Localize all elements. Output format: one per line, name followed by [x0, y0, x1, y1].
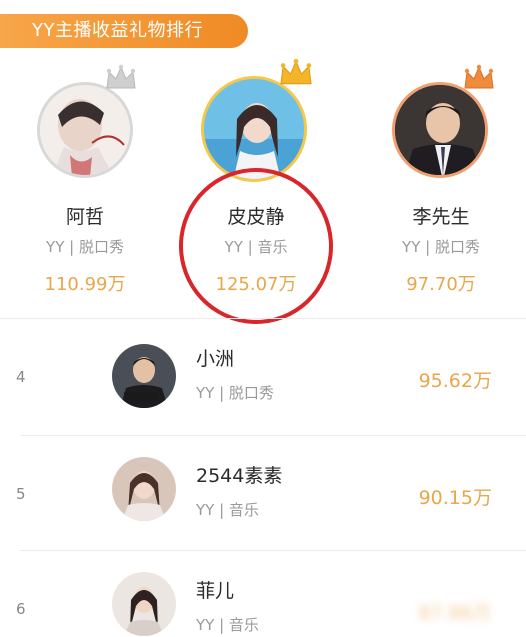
- podium-category: YY | 脱口秀: [402, 238, 480, 256]
- rank-number: 5: [16, 485, 26, 503]
- ranking-title: YY主播收益礼物排行: [32, 20, 203, 41]
- podium-score: 97.70万: [406, 274, 476, 295]
- list-item-category: YY | 音乐: [196, 501, 259, 519]
- list-item-category: YY | 音乐: [196, 616, 259, 634]
- avatar-male-icon: [112, 344, 176, 408]
- crown-silver-icon: [106, 64, 136, 89]
- ranking-title-tab: YY主播收益礼物排行: [0, 14, 248, 48]
- list-item[interactable]: 4 小洲 YY | 脱口秀 95.62万: [0, 320, 526, 436]
- avatar[interactable]: [112, 457, 176, 521]
- rank-number: 6: [16, 600, 26, 618]
- podium-name: 李先生: [412, 206, 470, 228]
- list-item[interactable]: 6 菲儿 YY | 音乐 87.86万: [0, 552, 526, 637]
- list-item-score: 95.62万: [418, 370, 492, 392]
- divider: [20, 550, 526, 551]
- rank-number: 4: [16, 368, 26, 386]
- avatar-art-icon: [40, 85, 130, 175]
- avatar-female-blue-icon: [204, 79, 304, 179]
- podium-score: 110.99万: [44, 274, 126, 295]
- avatar-female-icon: [112, 457, 176, 521]
- list-item-category: YY | 脱口秀: [196, 384, 274, 402]
- ranking-page: YY主播收益礼物排行 阿哲 YY | 脱口秀 110.99万 皮皮静 YY | …: [0, 0, 526, 637]
- avatar[interactable]: [112, 344, 176, 408]
- avatar-suit-male-icon: [395, 85, 485, 175]
- crown-gold-icon: [280, 58, 312, 85]
- podium-name: 阿哲: [65, 206, 104, 228]
- avatar[interactable]: [392, 82, 488, 178]
- avatar[interactable]: [37, 82, 133, 178]
- podium-item-rank-2[interactable]: 阿哲 YY | 脱口秀 110.99万: [0, 60, 170, 300]
- avatar-female-icon: [112, 572, 176, 636]
- avatar[interactable]: [112, 572, 176, 636]
- divider: [20, 435, 526, 436]
- list-item-name: 小洲: [196, 348, 235, 370]
- list-item-name: 2544素素: [196, 465, 283, 487]
- list-item-score: 90.15万: [418, 487, 492, 509]
- divider: [0, 318, 526, 319]
- podium-category: YY | 脱口秀: [46, 238, 124, 256]
- list-item[interactable]: 5 2544素素 YY | 音乐 90.15万: [0, 437, 526, 553]
- list-item-name: 菲儿: [196, 580, 235, 602]
- crown-bronze-icon: [464, 64, 494, 89]
- avatar[interactable]: [201, 76, 307, 182]
- list-item-score: 87.86万: [418, 602, 492, 624]
- podium-item-rank-3[interactable]: 李先生 YY | 脱口秀 97.70万: [356, 60, 526, 300]
